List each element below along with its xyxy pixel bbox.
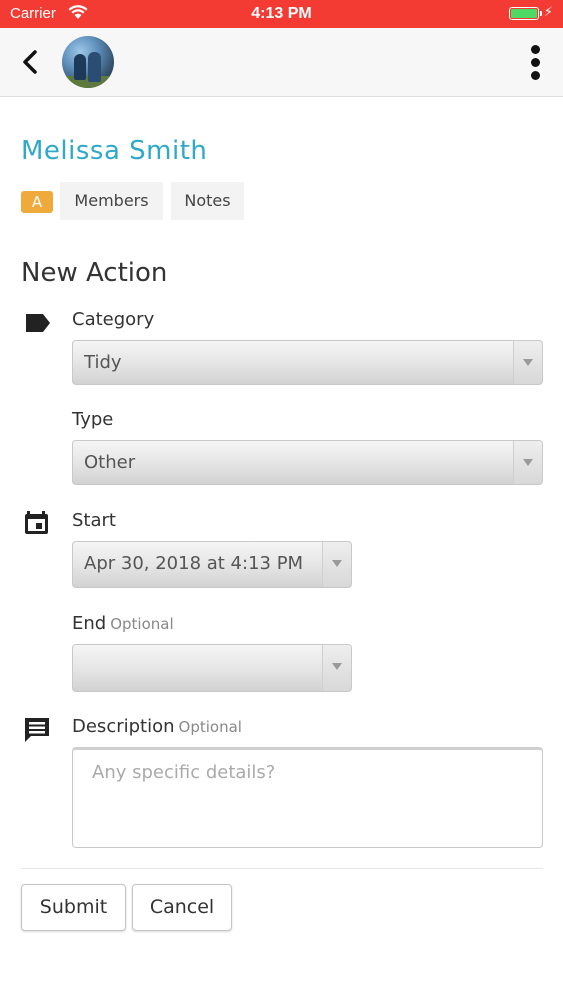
type-value: Other bbox=[84, 452, 136, 473]
tab-notes[interactable]: Notes bbox=[171, 182, 244, 220]
cancel-button[interactable]: Cancel bbox=[132, 884, 232, 931]
end-label-text: End bbox=[72, 613, 107, 634]
end-label: End Optional bbox=[72, 613, 174, 634]
avatar[interactable] bbox=[62, 36, 114, 88]
profile-name: Melissa Smith bbox=[21, 136, 208, 166]
nav-bar bbox=[0, 28, 563, 97]
chevron-down-icon bbox=[513, 341, 542, 384]
tab-members[interactable]: Members bbox=[60, 182, 163, 220]
category-value: Tidy bbox=[84, 352, 122, 373]
description-label: Description Optional bbox=[72, 716, 242, 737]
form-title: New Action bbox=[21, 258, 168, 288]
battery-icon bbox=[509, 7, 542, 20]
status-time: 4:13 PM bbox=[251, 5, 312, 22]
submit-button[interactable]: Submit bbox=[21, 884, 126, 931]
description-textarea[interactable]: Any specific details? bbox=[72, 747, 543, 848]
description-optional-hint: Optional bbox=[178, 718, 242, 736]
chevron-down-icon bbox=[322, 542, 351, 587]
charging-bolt-icon: ⚡ bbox=[543, 5, 553, 20]
category-label: Category bbox=[72, 309, 155, 330]
back-chevron-icon[interactable] bbox=[12, 42, 52, 82]
description-placeholder: Any specific details? bbox=[92, 762, 276, 783]
comment-icon bbox=[25, 718, 49, 742]
divider bbox=[21, 868, 543, 869]
description-label-text: Description bbox=[72, 716, 175, 737]
type-select[interactable]: Other bbox=[72, 440, 543, 485]
more-vertical-icon[interactable] bbox=[522, 40, 550, 84]
chevron-down-icon bbox=[513, 441, 542, 484]
calendar-icon bbox=[25, 511, 48, 534]
start-label: Start bbox=[72, 510, 116, 531]
tag-icon bbox=[26, 314, 50, 332]
chevron-down-icon bbox=[322, 645, 351, 691]
status-bar: Carrier 4:13 PM ⚡ bbox=[0, 0, 563, 28]
start-datetime-select[interactable]: Apr 30, 2018 at 4:13 PM bbox=[72, 541, 352, 588]
status-badge[interactable]: A bbox=[21, 191, 53, 213]
type-label: Type bbox=[72, 409, 114, 430]
category-select[interactable]: Tidy bbox=[72, 340, 543, 385]
end-datetime-select[interactable] bbox=[72, 644, 352, 692]
start-value: Apr 30, 2018 at 4:13 PM bbox=[84, 553, 304, 574]
end-optional-hint: Optional bbox=[110, 615, 174, 633]
